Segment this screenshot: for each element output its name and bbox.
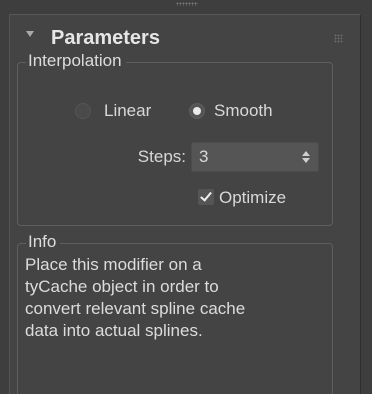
interpolation-group-label: Interpolation <box>26 51 126 71</box>
optimize-label[interactable]: Optimize <box>219 188 286 208</box>
info-text: Place this modifier on a tyCache object … <box>25 254 325 342</box>
info-line: convert relevant spline cache <box>25 299 246 318</box>
optimize-checkbox[interactable] <box>198 189 214 205</box>
rollout-header[interactable]: Parameters <box>10 15 360 55</box>
linear-radio-label[interactable]: Linear <box>104 101 151 121</box>
modifier-panel-page: Parameters Interpolation Linear Smooth S… <box>0 0 372 394</box>
steps-label: Steps: <box>137 147 186 166</box>
collapse-arrow-icon[interactable] <box>26 31 34 37</box>
interpolation-radio-row: Linear Smooth <box>18 99 332 129</box>
steps-value[interactable]: 3 <box>199 147 208 167</box>
linear-radio[interactable] <box>75 103 91 119</box>
rollout-drag-grip-icon[interactable] <box>334 34 343 43</box>
interpolation-group: Interpolation Linear Smooth Steps: 3 Opt… <box>17 51 333 226</box>
info-group: Info Place this modifier on a tyCache ob… <box>17 232 333 394</box>
smooth-radio-label[interactable]: Smooth <box>214 101 273 121</box>
info-line: tyCache object in order to <box>25 277 219 296</box>
info-group-label: Info <box>26 232 61 252</box>
panel-resize-grip-icon[interactable] <box>176 2 198 6</box>
spinner-arrows-icon[interactable] <box>302 151 310 164</box>
spinner-up-arrow-icon[interactable] <box>302 151 310 156</box>
spinner-down-arrow-icon[interactable] <box>302 158 310 163</box>
smooth-radio[interactable] <box>189 103 205 119</box>
rollout-title: Parameters <box>51 27 160 49</box>
info-line: Place this modifier on a <box>25 255 202 274</box>
steps-row: Steps: 3 <box>18 142 332 172</box>
optimize-row: Optimize <box>18 184 332 212</box>
steps-spinner[interactable]: 3 <box>191 142 319 172</box>
info-line: data into actual splines. <box>25 321 203 340</box>
